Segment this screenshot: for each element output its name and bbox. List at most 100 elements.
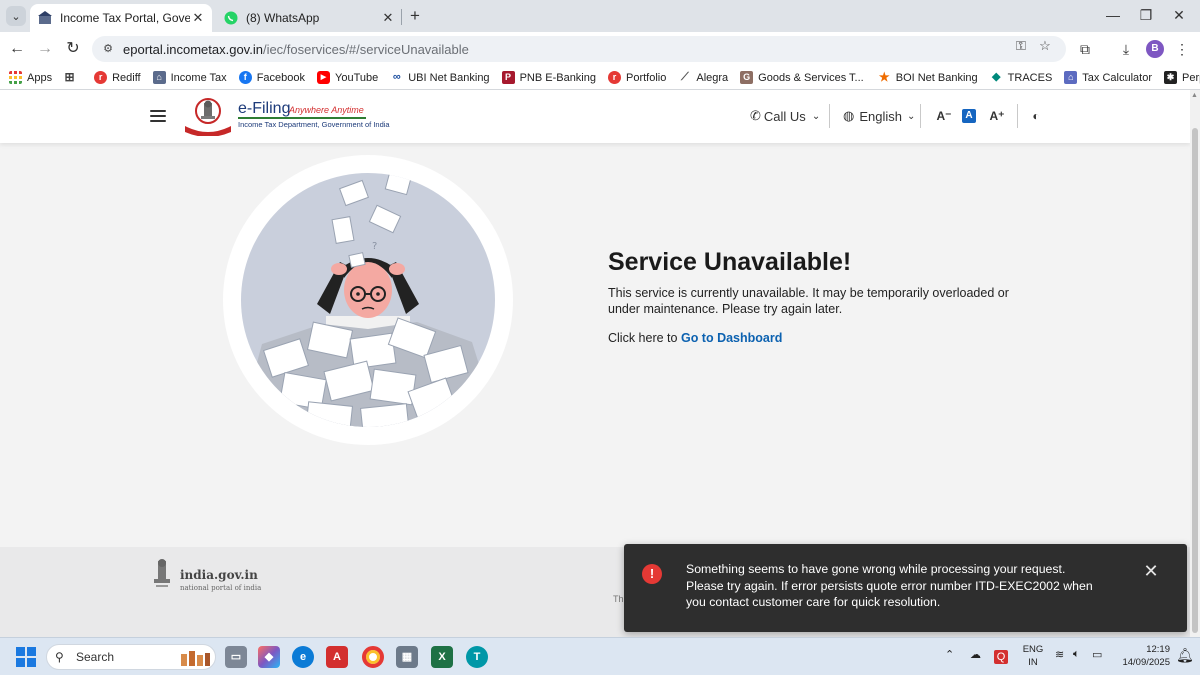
bookmark-label: UBI Net Banking: [408, 71, 490, 84]
show-hidden-icons-icon[interactable]: ⌃: [945, 648, 954, 661]
quick-heal-icon[interactable]: Q: [994, 650, 1008, 664]
call-us-dropdown[interactable]: ✆ Call Us ⌄: [750, 108, 820, 124]
wifi-icon[interactable]: ≋: [1055, 648, 1064, 661]
new-tab-button[interactable]: +: [405, 6, 425, 26]
increase-font-icon[interactable]: A⁺: [989, 108, 1005, 124]
chrome-icon[interactable]: [362, 646, 384, 668]
bookmark-label: PNB E-Banking: [519, 71, 596, 84]
close-tab-icon[interactable]: ✕: [190, 10, 206, 26]
error-exclamation-icon: !: [642, 564, 662, 584]
password-key-icon[interactable]: ⚿: [1012, 37, 1030, 55]
reload-icon[interactable]: ↻: [62, 38, 84, 60]
bookmark-label: Alegra: [696, 71, 729, 84]
bookmark-label: TRACES: [1007, 71, 1053, 84]
bookmark-youtube[interactable]: ▶ YouTube: [317, 71, 378, 84]
tab-title: Income Tax Portal, Government: [60, 11, 190, 25]
tally-icon[interactable]: T: [466, 646, 488, 668]
bookmark-perplexity[interactable]: ✱ PerplexityAI: [1164, 71, 1200, 84]
bookmark-boi[interactable]: ★ BOI Net Banking: [878, 71, 978, 84]
bookmark-label: YouTube: [335, 71, 379, 84]
chevron-down-icon: ⌄: [906, 110, 916, 122]
error-toast: ! Something seems to have gone wrong whi…: [624, 544, 1187, 632]
perplexity-icon: ✱: [1164, 71, 1177, 84]
footer-text-fragment: Th: [613, 594, 624, 604]
go-to-dashboard-link[interactable]: Go to Dashboard: [681, 331, 782, 345]
notification-bell-icon[interactable]: 🔔︎: [1176, 647, 1194, 664]
hamburger-menu-icon[interactable]: [150, 110, 166, 122]
income-tax-favicon-icon: [38, 11, 52, 24]
onedrive-offline-icon[interactable]: ☁: [970, 648, 981, 661]
contrast-icon[interactable]: ◐: [1028, 108, 1044, 124]
close-tab-icon[interactable]: ✕: [380, 10, 396, 26]
tab-whatsapp[interactable]: (8) WhatsApp ✕: [216, 4, 402, 32]
bookmark-star-icon[interactable]: ☆: [1036, 37, 1054, 55]
ubi-icon: ∞: [392, 71, 401, 83]
efiling-logo[interactable]: e-Filing Anywhere Anytime Income Tax Dep…: [181, 96, 390, 136]
chevron-down-icon: ⌄: [11, 10, 21, 23]
windows-start-icon[interactable]: [16, 647, 36, 667]
back-arrow-icon[interactable]: ←: [6, 38, 28, 60]
bookmark-facebook[interactable]: f Facebook: [238, 71, 305, 84]
decrease-font-icon[interactable]: A⁻: [936, 108, 952, 124]
india-gov-logo[interactable]: india.gov.in national portal of india: [150, 559, 270, 595]
bookmark-rediff[interactable]: r Rediff: [94, 71, 141, 84]
browser-tab-bar: ⌄ Income Tax Portal, Government ✕ (8) Wh…: [0, 0, 1200, 32]
boi-star-icon: ★: [878, 70, 890, 84]
search-label: Search: [76, 650, 115, 664]
bookmark-tax-calculator[interactable]: ⌂ Tax Calculator: [1064, 71, 1152, 84]
rediff-icon: r: [94, 71, 108, 84]
bookmark-label: Tax Calculator: [1082, 71, 1152, 84]
header-divider: [1017, 104, 1018, 128]
close-window-icon[interactable]: ✕: [1168, 4, 1190, 26]
restore-icon[interactable]: ❐: [1135, 4, 1157, 26]
scrollbar-thumb[interactable]: [1192, 128, 1198, 633]
extensions-icon[interactable]: ⧉: [1075, 39, 1095, 59]
rediff-icon: r: [608, 71, 621, 84]
emblem-icon: [185, 98, 231, 136]
download-icon[interactable]: ⤓: [1116, 39, 1136, 59]
normal-font-icon[interactable]: A: [962, 109, 976, 123]
bookmark-alegra[interactable]: ⟋ Alegra: [678, 71, 728, 84]
bookmark-label: Rediff: [112, 71, 141, 84]
task-view-icon[interactable]: ▭: [225, 646, 247, 668]
bookmark-portfolio[interactable]: r Portfolio: [608, 71, 666, 84]
input-language[interactable]: ENG IN: [1020, 643, 1046, 669]
edge-icon[interactable]: e: [292, 646, 314, 668]
browser-toolbar: ← → ↻ ⚙ eportal.incometax.gov.in/iec/fos…: [0, 32, 1200, 66]
profile-avatar[interactable]: B: [1146, 40, 1164, 58]
error-title: Service Unavailable!: [608, 248, 852, 276]
language-code: ENG: [1022, 644, 1044, 655]
bookmark-pnb[interactable]: P PNB E-Banking: [501, 71, 596, 84]
gst-icon: G: [740, 71, 754, 84]
excel-icon[interactable]: X: [431, 646, 453, 668]
copilot-icon[interactable]: ◆: [258, 646, 280, 668]
taskbar-search-box[interactable]: ⚲ Search: [46, 644, 216, 670]
bookmark-ubi[interactable]: ∞ UBI Net Banking: [390, 71, 490, 84]
language-dropdown[interactable]: ◍ English ⌄: [843, 108, 915, 124]
browser-menu-icon[interactable]: ⋮: [1172, 39, 1192, 59]
toast-message: Something seems to have gone wrong while…: [686, 562, 1093, 609]
battery-icon[interactable]: ▭: [1092, 648, 1102, 661]
traces-icon: ◆: [991, 71, 1001, 83]
page-scrollbar[interactable]: ▲: [1190, 90, 1200, 637]
search-highlight-icon: [181, 651, 210, 666]
logo-underline: [238, 117, 366, 119]
tab-search-button[interactable]: ⌄: [6, 6, 26, 26]
calculator-icon[interactable]: ▦: [396, 646, 418, 668]
bookmark-apps[interactable]: Apps: [9, 71, 52, 84]
scroll-up-arrow-icon[interactable]: ▲: [1191, 92, 1198, 99]
system-clock[interactable]: 12:19 14/09/2025: [1110, 643, 1170, 669]
acrobat-icon[interactable]: A: [326, 646, 348, 668]
bookmark-income-tax[interactable]: ⌂ Income Tax: [152, 71, 227, 84]
site-settings-icon[interactable]: ⚙: [100, 41, 116, 57]
bookmark-label: Income Tax: [170, 71, 227, 84]
address-bar[interactable]: ⚙ eportal.incometax.gov.in/iec/foservice…: [92, 36, 1066, 62]
bookmark-tab-groups[interactable]: ⊞: [63, 71, 81, 84]
forward-arrow-icon[interactable]: →: [34, 38, 56, 60]
volume-icon[interactable]: 🔈︎: [1073, 648, 1080, 661]
close-toast-icon[interactable]: ✕: [1142, 562, 1160, 580]
tab-income-tax-portal[interactable]: Income Tax Portal, Government ✕: [30, 4, 212, 32]
bookmark-gst[interactable]: G Goods & Services T...: [740, 71, 864, 84]
bookmark-traces[interactable]: ◆ TRACES: [990, 71, 1053, 84]
minimize-icon[interactable]: —: [1102, 4, 1124, 26]
